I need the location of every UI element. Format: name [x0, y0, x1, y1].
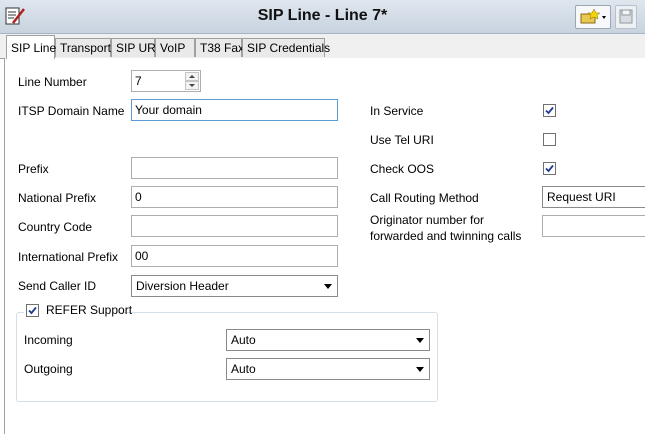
save-icon — [619, 9, 633, 24]
spin-buttons[interactable] — [185, 72, 199, 90]
tab-voip[interactable]: VoIP — [155, 38, 195, 57]
send-caller-id-value: Diversion Header — [136, 279, 229, 293]
send-caller-id-select[interactable]: Diversion Header — [131, 275, 338, 297]
tab-strip: SIP Line Transport SIP URI VoIP T38 Fax … — [0, 34, 645, 59]
line-number-value: 7 — [135, 74, 142, 88]
spin-up-icon[interactable] — [185, 72, 199, 81]
country-code-input[interactable] — [131, 215, 338, 237]
prefix-input[interactable] — [131, 157, 338, 179]
outgoing-value: Auto — [231, 362, 256, 376]
title-bar: SIP Line - Line 7* — [0, 0, 645, 34]
outgoing-label: Outgoing — [24, 362, 73, 376]
chevron-down-icon — [416, 338, 424, 343]
use-tel-uri-label: Use Tel URI — [370, 133, 434, 147]
in-service-label: In Service — [370, 104, 424, 118]
call-routing-value: Request URI — [547, 190, 616, 204]
checkmark-icon — [545, 164, 554, 173]
refer-support-group — [16, 312, 438, 402]
checkmark-icon — [28, 306, 37, 315]
national-prefix-input[interactable]: 0 — [131, 186, 338, 208]
save-button[interactable] — [615, 5, 637, 29]
chevron-down-icon — [324, 284, 332, 289]
refer-support-checkbox[interactable] — [26, 304, 39, 317]
tab-transport[interactable]: Transport — [55, 38, 111, 57]
new-folder-icon — [580, 8, 606, 24]
international-prefix-input[interactable]: 00 — [131, 245, 338, 267]
international-prefix-label: International Prefix — [18, 250, 119, 264]
call-routing-label: Call Routing Method — [370, 191, 479, 205]
incoming-select[interactable]: Auto — [226, 329, 430, 351]
send-caller-id-label: Send Caller ID — [18, 279, 97, 293]
originator-label-line2: forwarded and twinning calls — [370, 229, 522, 243]
window-title: SIP Line - Line 7* — [257, 7, 388, 24]
checkmark-icon — [545, 106, 554, 115]
national-prefix-label: National Prefix — [18, 191, 97, 205]
chevron-down-icon — [416, 367, 424, 372]
tab-t38-fax[interactable]: T38 Fax — [195, 38, 244, 57]
tab-sip-credentials[interactable]: SIP Credentials — [242, 38, 330, 57]
outgoing-select[interactable]: Auto — [226, 358, 430, 380]
line-number-stepper[interactable]: 7 — [131, 70, 201, 92]
incoming-value: Auto — [231, 333, 256, 347]
itsp-domain-label: ITSP Domain Name — [18, 104, 125, 118]
tab-sip-uri[interactable]: SIP URI — [111, 38, 159, 57]
incoming-label: Incoming — [24, 333, 73, 347]
itsp-domain-input[interactable]: Your domain — [131, 99, 338, 121]
country-code-label: Country Code — [18, 220, 93, 234]
originator-number-input[interactable] — [542, 215, 645, 237]
call-routing-select[interactable]: Request URI — [542, 186, 645, 208]
check-oos-label: Check OOS — [370, 162, 435, 176]
line-number-label: Line Number — [18, 75, 87, 89]
spin-down-icon[interactable] — [185, 81, 199, 90]
use-tel-uri-checkbox[interactable] — [543, 133, 556, 146]
originator-label-line1: Originator number for — [370, 213, 485, 227]
prefix-label: Prefix — [18, 162, 49, 176]
refer-support-legend: REFER Support — [24, 302, 132, 320]
tab-sip-line[interactable]: SIP Line — [6, 35, 56, 59]
new-item-button[interactable] — [575, 5, 611, 29]
refer-support-label: REFER Support — [46, 303, 133, 317]
check-oos-checkbox[interactable] — [543, 162, 556, 175]
in-service-checkbox[interactable] — [543, 104, 556, 117]
